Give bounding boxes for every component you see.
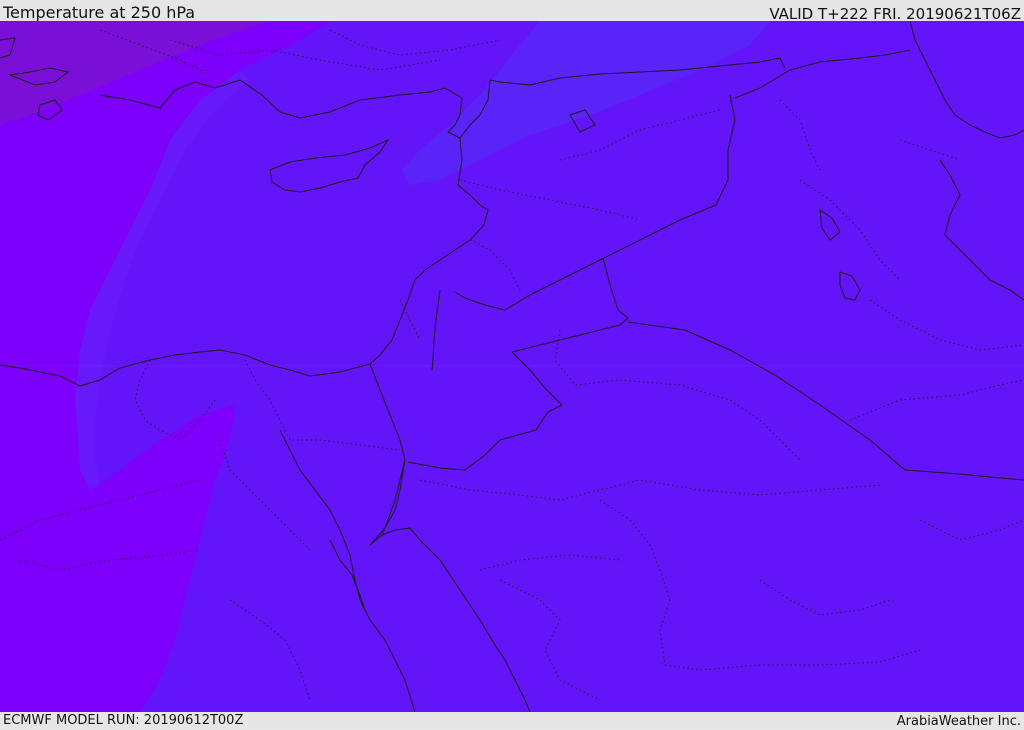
map-title: Temperature at 250 hPa xyxy=(3,3,196,22)
header-bar: Temperature at 250 hPa VALID T+222 FRI. … xyxy=(0,0,1024,23)
footer-bar: ECMWF MODEL RUN: 20190612T00Z ArabiaWeat… xyxy=(0,712,1024,729)
map-canvas xyxy=(0,21,1024,712)
model-run-label: ECMWF MODEL RUN: 20190612T00Z xyxy=(3,713,244,728)
weather-map[interactable] xyxy=(0,21,1024,712)
credit-label: ArabiaWeather Inc. xyxy=(896,714,1021,729)
